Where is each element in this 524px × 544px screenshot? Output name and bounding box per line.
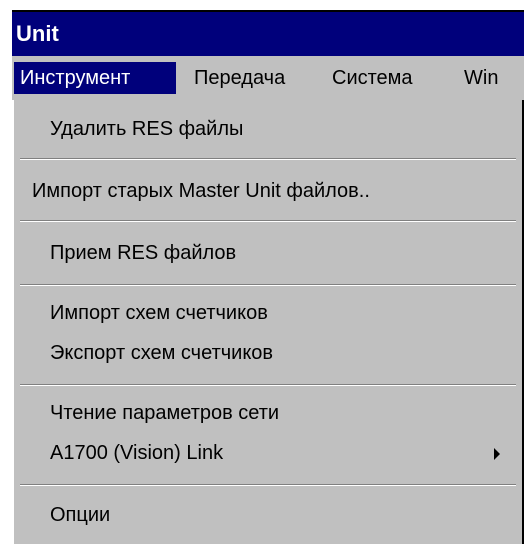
menu-item-read-network-params[interactable]: Чтение параметров сети: [14, 402, 522, 432]
submenu-arrow-icon: [494, 448, 500, 460]
menu-system-label: Система: [332, 67, 413, 89]
menu-instrument[interactable]: Инструмент: [14, 62, 176, 94]
menu-item-import-schemes-label: Импорт схем счетчиков: [50, 302, 268, 324]
menu-item-import-old-master-label: Импорт старых Master Unit файлов..: [32, 180, 370, 202]
menu-item-delete-res-label: Удалить RES файлы: [50, 118, 244, 140]
menu-separator: [20, 284, 516, 286]
menu-item-options-label: Опции: [50, 504, 111, 526]
menu-bar: Инструмент Передача Система Win: [12, 56, 524, 100]
menu-separator: [20, 484, 516, 486]
instrument-dropdown-menu: Удалить RES файлы Импорт старых Master U…: [12, 100, 522, 544]
menu-item-export-schemes-label: Экспорт схем счетчиков: [50, 342, 274, 364]
menu-system[interactable]: Система: [326, 62, 452, 94]
menu-item-a1700-link[interactable]: A1700 (Vision) Link: [14, 442, 522, 472]
menu-item-receive-res[interactable]: Прием RES файлов: [14, 242, 522, 272]
menu-instrument-label: Инструмент: [20, 67, 131, 89]
menu-window[interactable]: Win: [458, 62, 524, 94]
menu-transfer-label: Передача: [194, 67, 286, 89]
menu-window-label: Win: [464, 67, 499, 89]
menu-separator: [20, 158, 516, 160]
menu-item-import-old-master[interactable]: Импорт старых Master Unit файлов..: [14, 180, 522, 210]
menu-item-a1700-link-label: A1700 (Vision) Link: [50, 442, 224, 464]
menu-separator: [20, 220, 516, 222]
menu-item-delete-res[interactable]: Удалить RES файлы: [14, 118, 522, 148]
menu-item-export-schemes[interactable]: Экспорт схем счетчиков: [14, 342, 522, 372]
menu-item-read-network-params-label: Чтение параметров сети: [50, 402, 280, 424]
menu-separator: [20, 384, 516, 386]
menu-transfer[interactable]: Передача: [188, 62, 318, 94]
window-title: Unit: [16, 21, 59, 46]
menu-item-import-schemes[interactable]: Импорт схем счетчиков: [14, 302, 522, 332]
window-title-bar: Unit: [12, 12, 524, 56]
menu-item-options[interactable]: Опции: [14, 504, 522, 534]
menu-item-receive-res-label: Прием RES файлов: [50, 242, 237, 264]
